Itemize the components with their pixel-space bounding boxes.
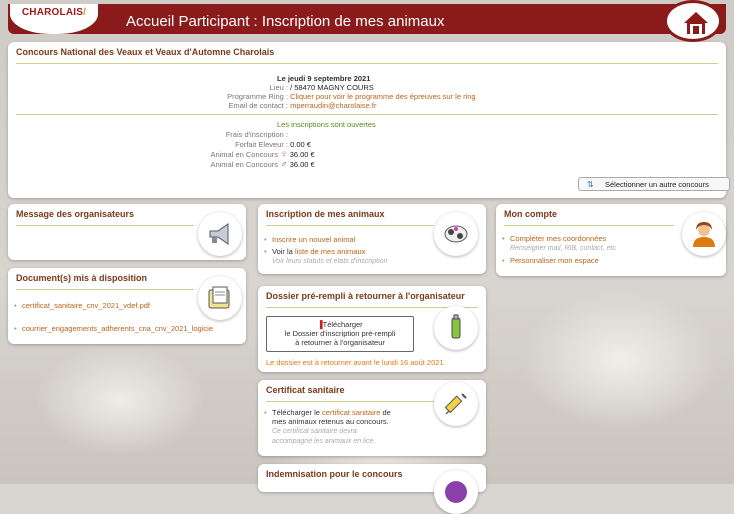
forfait-value: 0.00 € (290, 140, 311, 149)
button-line: à retourner à l'organisateur (295, 338, 385, 347)
certificat-link[interactable]: certificat sanitaire (322, 408, 380, 417)
item-subtext: Renseigner mail, RIB, contact, etc (510, 245, 616, 252)
customize-space-link[interactable]: Personnaliser mon espace (496, 255, 726, 266)
animals-badge (434, 212, 478, 256)
select-contest-label: Sélectionner un autre concours (605, 180, 709, 189)
ring-program-link[interactable]: Cliquer pour voir le programme des épreu… (290, 92, 476, 101)
contest-panel: Concours National des Veaux et Veaux d'A… (8, 42, 730, 198)
select-contest-button[interactable]: ⇅ Sélectionner un autre concours (578, 177, 730, 191)
button-line: le Dossier d'inscription pré-rempli (284, 329, 396, 338)
forfait-label: Forfait Eleveur : (235, 140, 288, 149)
email-label: Email de contact : (228, 101, 288, 110)
item-text: Télécharger le (272, 408, 320, 417)
item-text: Voir la (272, 247, 293, 256)
complete-details-link[interactable]: Compléter mes coordonnées (510, 234, 606, 243)
divider (16, 114, 718, 115)
lieu-value: / 58470 MAGNY COURS (290, 83, 374, 92)
button-line: Télécharger (322, 320, 363, 329)
home-icon (684, 12, 708, 34)
item-text: de (382, 408, 391, 417)
divider (16, 63, 718, 64)
user-avatar-icon (693, 222, 715, 247)
animal-male-value: 36.00 € (289, 160, 315, 169)
frais-label: Frais d'inscription : (225, 130, 288, 139)
divider (16, 289, 194, 290)
megaphone-badge (198, 212, 242, 256)
switch-icon: ⇅ (587, 180, 594, 189)
download-dossier-button[interactable]: ▐Télécharger le Dossier d'inscription pr… (266, 316, 414, 352)
male-icon: ♂ (280, 159, 288, 170)
divider (16, 225, 194, 226)
item-subtext: Voir leurs statuts et états d'inscriptio… (272, 258, 388, 265)
coin-icon (445, 481, 467, 503)
folder-icon (208, 286, 230, 309)
ring-label: Programme Ring : (227, 92, 288, 101)
contact-email-link[interactable]: mperraudin@charolaise.fr (290, 101, 376, 110)
open-status: Les inscriptions sont ouvertes (277, 120, 376, 129)
cow-icon (444, 225, 468, 243)
divider (266, 401, 434, 402)
animal-label: Animal en Concours (210, 160, 278, 169)
item-subtext: accompagné les animaux en lice. (272, 438, 376, 445)
page-title: Accueil Participant : Inscription de mes… (126, 13, 445, 30)
syringe-icon (444, 393, 467, 415)
animal-female-value: 36.00 € (289, 150, 315, 159)
dossier-deadline: Le dossier est à retourner avant le lund… (266, 358, 444, 367)
megaphone-icon (209, 223, 229, 245)
contest-title: Concours National des Veaux et Veaux d'A… (16, 47, 275, 57)
divider (504, 225, 674, 226)
header-bar: Accueil Participant : Inscription de mes… (8, 4, 726, 34)
animals-list-link[interactable]: liste de mes animaux (295, 247, 365, 256)
account-badge (682, 212, 726, 256)
contest-date: Le jeudi 9 septembre 2021 (277, 74, 371, 83)
documents-badge (198, 276, 242, 320)
divider (266, 225, 434, 226)
indemnisation-badge (434, 470, 478, 514)
animal-label: Animal en Concours (210, 150, 278, 159)
document-link[interactable]: courrier_engagements_adherents_cna_cnv_2… (8, 323, 246, 334)
usb-badge (434, 306, 478, 350)
usb-key-icon (451, 314, 461, 339)
home-button[interactable] (664, 0, 722, 42)
logo-text: CHAROLAIS (21, 7, 84, 18)
lieu-label: Lieu : (269, 83, 288, 92)
item-text: mes animaux retenus au concours. (272, 417, 389, 426)
item-subtext: Ce certificat sanitaire devra (272, 428, 357, 435)
syringe-badge (434, 382, 478, 426)
dossier-title: Dossier pré-rempli à retourner à l'organ… (266, 291, 465, 301)
